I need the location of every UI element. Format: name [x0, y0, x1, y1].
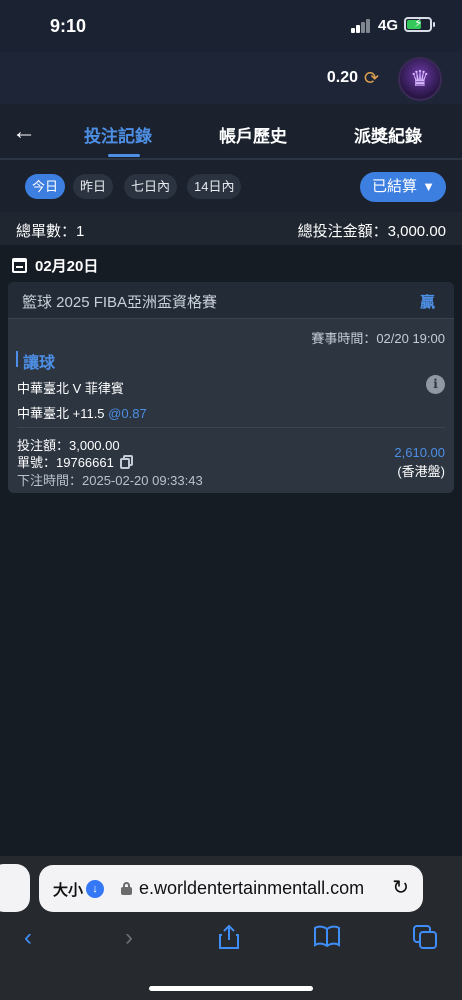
reload-icon[interactable]: ↻: [392, 875, 409, 900]
filter-fourteen-days[interactable]: 14日內: [187, 174, 242, 199]
payout-amount: 2,610.00: [394, 445, 445, 460]
filter-bar: 今日 昨日 七日內 14日內 已結算 ▼: [0, 160, 462, 212]
address-bar[interactable]: 大小 ↓ e.worldentertainmentall.com ↻: [39, 865, 423, 912]
status-bar: 9:10 4G ⚡: [0, 0, 462, 52]
total-orders: 總單數：1: [16, 223, 85, 240]
share-icon[interactable]: [217, 924, 241, 957]
bet-card[interactable]: 籃球 2025 FIBA亞洲盃資格賽 贏 賽事時間：02/20 19:00 讓球…: [8, 282, 454, 493]
selection-text: 中華臺北 +11.5: [17, 406, 105, 421]
placed-time: 下注時間：2025-02-20 09:33:43: [17, 473, 203, 488]
battery-icon: ⚡: [404, 16, 432, 32]
forward-icon[interactable]: ›: [125, 924, 133, 952]
card-divider: [17, 427, 445, 428]
selection: 中華臺北 +11.5 @0.87: [17, 403, 147, 422]
tab-bar: ← 投注記錄 帳戶歷史 派獎紀錄: [0, 104, 462, 160]
bet-card-header: 籃球 2025 FIBA亞洲盃資格賽 贏: [8, 282, 454, 319]
back-icon[interactable]: ‹: [24, 924, 32, 952]
match-time: 賽事時間：02/20 19:00: [311, 331, 445, 346]
home-indicator: [149, 986, 313, 991]
avatar[interactable]: ♛: [398, 57, 442, 101]
summary-bar: 總單數：1 總投注金額：3,000.00: [0, 212, 462, 245]
signal-strength-icon: [351, 19, 373, 33]
status-dropdown-label: 已結算: [372, 178, 418, 195]
filter-today[interactable]: 今日: [25, 174, 66, 199]
status-dropdown[interactable]: 已結算 ▼: [360, 172, 446, 202]
ticket-number-text: 單號：19766661: [17, 455, 114, 470]
info-icon[interactable]: i: [426, 375, 445, 394]
app-header: 0.20 ⟳ ♛: [0, 52, 462, 104]
tab-account-history[interactable]: 帳戶歷史: [219, 122, 287, 147]
ticket-number: 單號：19766661: [17, 452, 134, 471]
tab-payout-records[interactable]: 派獎紀錄: [354, 122, 422, 147]
odds-value: @0.87: [108, 406, 147, 421]
battery-tip: [433, 22, 435, 27]
refresh-icon[interactable]: ⟳: [364, 68, 379, 89]
bookmarks-icon[interactable]: [313, 924, 341, 955]
balance-amount: 0.20: [326, 69, 358, 86]
league-name: 籃球 2025 FIBA亞洲盃資格賽: [22, 294, 218, 311]
market-accent-bar: [16, 351, 18, 367]
chevron-down-icon: ▼: [422, 179, 435, 194]
lock-icon: [121, 882, 132, 895]
url-text[interactable]: e.worldentertainmentall.com: [139, 878, 381, 899]
previous-tab-preview[interactable]: [0, 864, 30, 912]
filter-seven-days[interactable]: 七日內: [124, 174, 178, 199]
calendar-icon: [12, 257, 27, 273]
copy-icon[interactable]: [119, 454, 134, 469]
network-type: 4G: [378, 17, 399, 34]
matchup: 中華臺北 V 菲律賓: [17, 381, 124, 396]
total-stake: 總投注金額：3,000.00: [297, 223, 446, 240]
date-label: 02月20日: [35, 257, 99, 275]
market-name: 讓球: [23, 355, 56, 372]
tab-bet-records[interactable]: 投注記錄: [84, 122, 152, 147]
tabs-icon[interactable]: [412, 924, 438, 957]
back-arrow-icon[interactable]: ←: [12, 118, 36, 146]
active-tab-indicator: [108, 154, 140, 157]
result-badge: 贏: [419, 294, 435, 311]
browser-toolbar: 大小 ↓ e.worldentertainmentall.com ↻ ‹ ›: [0, 856, 462, 1000]
date-group-header: 02月20日: [12, 254, 98, 276]
filter-yesterday[interactable]: 昨日: [73, 174, 114, 199]
status-time: 9:10: [50, 16, 87, 36]
download-icon[interactable]: ↓: [86, 880, 104, 898]
text-size-button[interactable]: 大小: [53, 879, 83, 900]
odds-type: (香港盤): [397, 464, 445, 479]
